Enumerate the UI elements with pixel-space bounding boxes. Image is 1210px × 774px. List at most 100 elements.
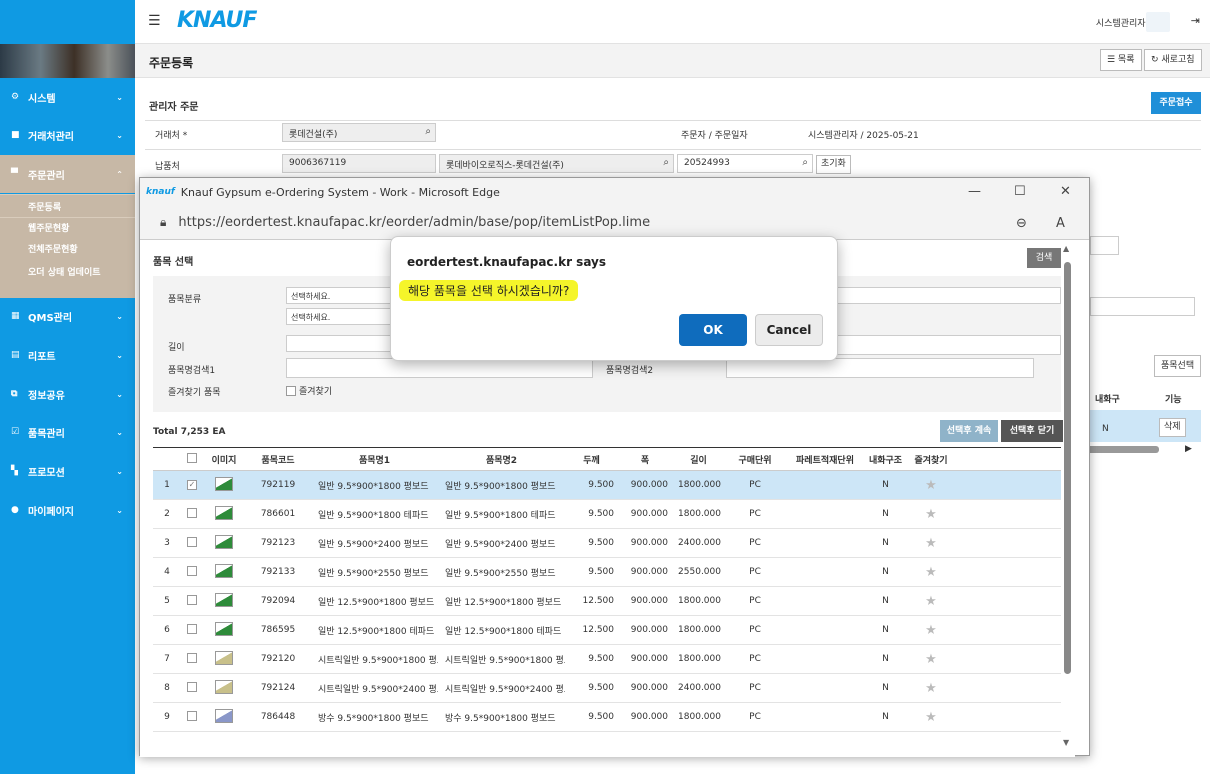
table-row[interactable]: 8 792124 시트릭일반 9.5*900*2400 평보드 시트릭일반 9.5*9… <box>153 674 1061 703</box>
scroll-up-icon[interactable]: ▲ <box>1063 244 1069 253</box>
ship-extra-input[interactable]: 20524993 ⌕ <box>677 154 813 173</box>
star-icon[interactable]: ★ <box>906 536 956 551</box>
vertical-scrollbar[interactable]: ▲ ▼ <box>1063 244 1072 747</box>
lock-icon[interactable]: 🔒︎ <box>160 215 166 230</box>
ship-label: 납품처 <box>155 162 180 172</box>
cell-name1: 일반 9.5*900*1800 평보드 <box>318 481 429 492</box>
address-bar[interactable]: 🔒︎ https://eordertest.knaufapac.kr/eorde… <box>140 206 1089 240</box>
name2-input[interactable] <box>726 358 1034 378</box>
cell-length: 1800.000 <box>678 712 721 722</box>
right-field[interactable] <box>1090 236 1119 255</box>
row-checkbox[interactable] <box>181 565 203 579</box>
sidebar-item-qms[interactable]: ▦ QMS관리 ⌄ <box>0 297 135 335</box>
search-icon[interactable]: ⌕ <box>425 126 431 137</box>
item-select-button[interactable]: 품목선택 <box>1154 355 1202 377</box>
submenu-web-orders[interactable]: 웹주문현황 <box>0 216 135 240</box>
submenu-order-status[interactable]: 오더 상태 업데이트 <box>0 262 135 285</box>
row-checkbox[interactable]: ✓ <box>181 480 203 490</box>
sidebar-item-system[interactable]: ⚙ 시스템 ⌄ <box>0 78 135 116</box>
scroll-right-icon[interactable]: ▶ <box>1185 444 1192 454</box>
ship-name-input[interactable]: 롯데바이오로직스-롯데건설(주) ⌕ <box>439 154 674 173</box>
row-checkbox[interactable] <box>181 623 203 637</box>
cell-thickness: 12.500 <box>582 596 615 606</box>
category-select-1[interactable]: 선택하세요. <box>286 287 396 304</box>
logout-icon[interactable]: ⇥ <box>1191 14 1200 27</box>
scroll-thumb[interactable] <box>1064 262 1071 674</box>
search-icon[interactable]: ⌕ <box>663 157 669 168</box>
submit-order-button[interactable]: 주문접수 <box>1151 92 1201 114</box>
select-close-button[interactable]: 선택후 닫기 <box>1001 420 1063 442</box>
star-icon[interactable]: ★ <box>906 652 956 667</box>
sidebar-item-order[interactable]: ▀ 주문관리 ⌃ <box>0 155 135 193</box>
star-icon[interactable]: ★ <box>906 681 956 696</box>
search-button[interactable]: 검색 <box>1027 248 1061 268</box>
length-input-2[interactable] <box>825 335 1061 355</box>
table-row[interactable]: 4 792133 일반 9.5*900*2550 평보드 일반 9.5*900*255… <box>153 558 1061 587</box>
row-checkbox[interactable] <box>181 594 203 608</box>
row-checkbox[interactable] <box>181 681 203 695</box>
table-row[interactable]: 2 786601 일반 9.5*900*1800 테파드 일반 9.5*900*180… <box>153 500 1061 529</box>
select-all-checkbox[interactable] <box>181 452 203 466</box>
popup-title: 품목 선택 <box>153 257 194 268</box>
row-checkbox[interactable] <box>181 507 203 521</box>
ok-button[interactable]: OK <box>679 314 747 346</box>
length-input[interactable] <box>286 335 396 352</box>
table-row[interactable]: 5 792094 일반 12.5*900*1800 평보드 일반 12.5*900*1… <box>153 587 1061 616</box>
delete-button[interactable]: 삭제 <box>1159 418 1186 437</box>
maximize-icon[interactable]: ☐ <box>1014 184 1026 199</box>
submenu-all-orders[interactable]: 전체주문현황 <box>0 239 135 262</box>
close-icon[interactable]: ✕ <box>1060 184 1071 199</box>
chevron-down-icon: ⌄ <box>116 427 123 437</box>
sidebar-item-mypage[interactable]: ● 마이페이지 ⌄ <box>0 491 135 529</box>
reset-button[interactable]: 초기화 <box>816 155 851 174</box>
cell-width: 900.000 <box>630 567 668 577</box>
search-icon[interactable]: ⌕ <box>802 157 808 168</box>
star-icon[interactable]: ★ <box>906 507 956 522</box>
sidebar-item-promotion[interactable]: ▚ 프로모션 ⌄ <box>0 452 135 490</box>
refresh-button[interactable]: ↻ 새로고침 <box>1144 49 1202 71</box>
ship-code-input[interactable]: 9006367119 <box>282 154 436 173</box>
knauf-logo[interactable]: KNAUF <box>177 8 257 33</box>
table-row[interactable]: 3 792123 일반 9.5*900*2400 평보드 일반 9.5*900*240… <box>153 529 1061 558</box>
star-icon[interactable]: ★ <box>906 623 956 638</box>
check-icon: ☑ <box>11 427 20 437</box>
hamburger-icon[interactable]: ☰ <box>148 13 161 29</box>
category-select-2[interactable]: 선택하세요. <box>286 308 396 325</box>
star-icon[interactable]: ★ <box>906 565 956 580</box>
right-field-2[interactable] <box>1090 297 1195 316</box>
star-icon[interactable]: ★ <box>906 710 956 725</box>
sidebar-item-report[interactable]: ▤ 리포트 ⌄ <box>0 336 135 374</box>
horizontal-scrollbar[interactable] <box>1087 446 1159 453</box>
select-continue-button[interactable]: 선택후 계속 <box>940 420 998 442</box>
table-row[interactable]: 1 ✓ 792119 일반 9.5*900*1800 평보드 일반 9.5*900*18… <box>153 471 1061 500</box>
sidebar-item-client[interactable]: ■ 거래처관리 ⌄ <box>0 116 135 154</box>
row-checkbox[interactable] <box>181 536 203 550</box>
favorite-checkbox[interactable] <box>286 386 296 396</box>
read-aloud-icon[interactable]: A <box>1056 216 1065 231</box>
tiles-icon: ▚ <box>11 466 18 476</box>
name1-input[interactable] <box>286 358 593 378</box>
cell-length: 2550.000 <box>678 567 721 577</box>
table-row[interactable]: 6 786595 일반 12.5*900*1800 테파드 일반 12.5*900*1… <box>153 616 1061 645</box>
minimize-icon[interactable]: — <box>968 184 981 199</box>
cell-code: 786601 <box>260 509 296 519</box>
customer-input[interactable]: 롯데건설(주) ⌕ <box>282 123 436 142</box>
star-icon[interactable]: ★ <box>906 478 956 493</box>
list-button[interactable]: ☰ 목록 <box>1100 49 1142 71</box>
star-icon[interactable]: ★ <box>906 594 956 609</box>
row-checkbox[interactable] <box>181 652 203 666</box>
table-row[interactable]: 9 786448 방수 9.5*900*1800 평보드 방수 9.5*900*180… <box>153 703 1061 732</box>
table-row[interactable]: 7 792120 시트릭일반 9.5*900*1800 평보드 시트릭일반 9.5*9… <box>153 645 1061 674</box>
cancel-button[interactable]: Cancel <box>755 314 823 346</box>
zoom-icon[interactable]: ⊖ <box>1016 216 1027 231</box>
url-text[interactable]: https://eordertest.knaufapac.kr/eorder/a… <box>178 215 650 230</box>
sidebar-item-info[interactable]: ⧉ 정보공유 ⌄ <box>0 375 135 413</box>
sidebar-item-product[interactable]: ☑ 품목관리 ⌄ <box>0 413 135 451</box>
category-extra-input[interactable] <box>825 287 1061 304</box>
col-pallet: 파레트적재단위 <box>796 455 854 466</box>
scroll-down-icon[interactable]: ▼ <box>1063 738 1069 747</box>
confirm-dialog: eordertest.knaufapac.kr says 해당 품목을 선택 하… <box>390 236 838 361</box>
submenu-order-register[interactable]: 주문등록 <box>0 194 135 217</box>
row-checkbox[interactable] <box>181 710 203 724</box>
doc-icon: ▤ <box>11 350 20 360</box>
